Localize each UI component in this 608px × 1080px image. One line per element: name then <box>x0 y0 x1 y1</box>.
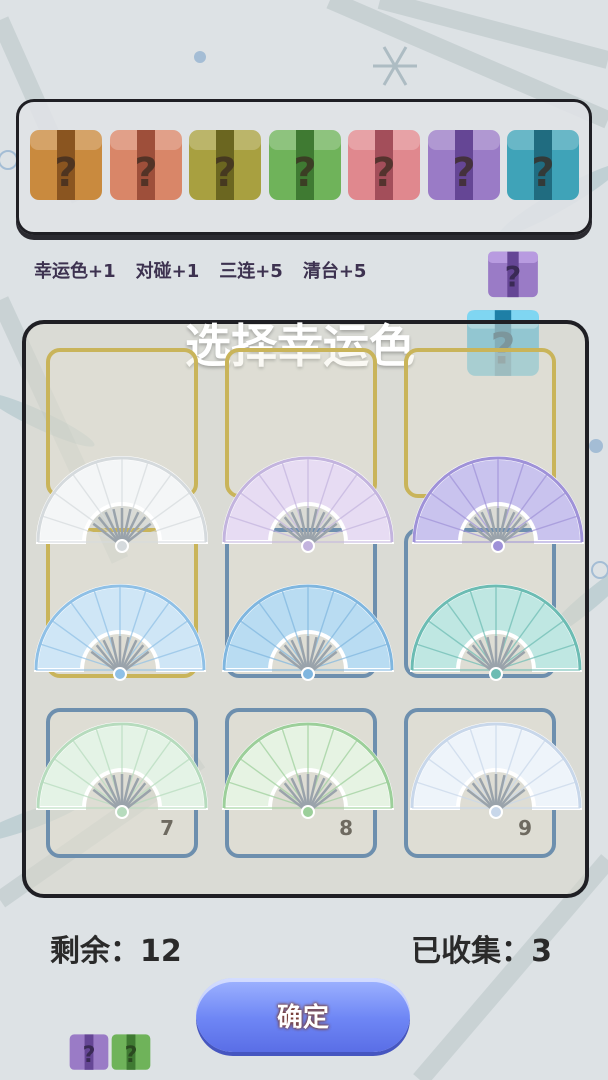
bonus-clear: 清台+5 <box>302 261 367 282</box>
svg-text:?: ? <box>125 1042 138 1068</box>
remaining-value: 12 <box>140 934 182 969</box>
lotus-fan[interactable] <box>221 712 395 822</box>
green-mini-box: ? <box>110 1030 152 1072</box>
mystery-box: ? <box>187 126 263 202</box>
collected-count: 已收集：3 <box>411 926 552 970</box>
svg-text:?: ? <box>372 150 395 196</box>
purple-mystery-box: ? <box>486 246 540 300</box>
mystery-box: ? <box>28 126 104 202</box>
cloud-fan[interactable] <box>409 712 583 822</box>
bamboo-fan[interactable] <box>35 712 209 822</box>
purple-mini-box: ? <box>68 1030 110 1072</box>
confirm-button[interactable]: 确定 <box>196 978 410 1052</box>
remaining-count: 剩余：12 <box>50 926 182 970</box>
blue-watercolor-fan[interactable] <box>221 574 395 684</box>
bonus-lucky-color: 幸运色+1 <box>34 261 116 282</box>
mystery-box: ? <box>505 126 581 202</box>
svg-text:?: ? <box>134 150 157 196</box>
bonus-triple: 三连+5 <box>219 261 283 282</box>
mystery-box: ? <box>346 126 422 202</box>
plum-blossom-fan[interactable] <box>411 446 585 556</box>
svg-text:?: ? <box>293 150 316 196</box>
svg-text:?: ? <box>54 150 77 196</box>
moon-fan[interactable] <box>221 446 395 556</box>
white-fan[interactable] <box>35 446 209 556</box>
wave-fan[interactable] <box>409 574 583 684</box>
svg-text:?: ? <box>531 150 554 196</box>
remaining-label: 剩余： <box>50 934 140 969</box>
mystery-box: ? <box>267 126 343 202</box>
bonus-pair: 对碰+1 <box>135 261 200 282</box>
svg-text:?: ? <box>452 150 475 196</box>
collected-value: 3 <box>531 934 552 969</box>
mountain-fan[interactable] <box>33 574 207 684</box>
bonus-row: 幸运色+1 对碰+1 三连+5 清台+5 <box>34 257 366 287</box>
svg-text:?: ? <box>213 150 236 196</box>
svg-text:?: ? <box>505 261 521 294</box>
mystery-box: ? <box>426 126 502 202</box>
mystery-box: ? <box>108 126 184 202</box>
collected-label: 已收集： <box>411 934 532 969</box>
svg-text:?: ? <box>83 1042 96 1068</box>
